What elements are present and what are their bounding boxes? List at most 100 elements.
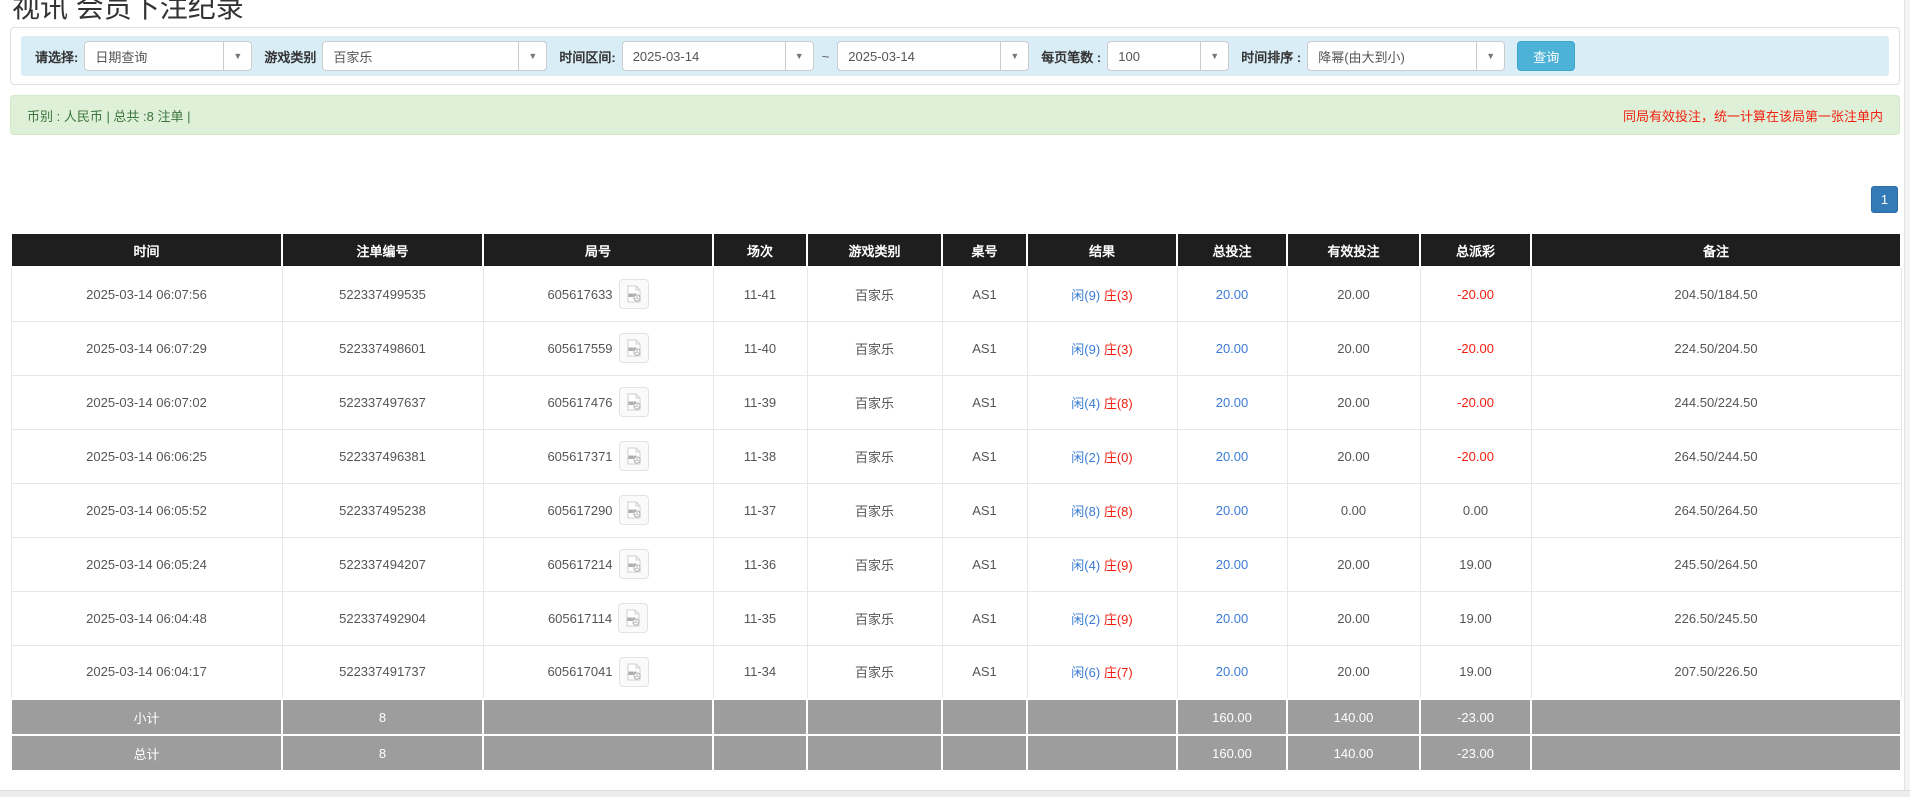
cell-payout: -20.00 bbox=[1420, 267, 1531, 321]
total-count: 8 bbox=[282, 735, 483, 771]
cell-note: 264.50/244.50 bbox=[1531, 429, 1901, 483]
cell-game-type: 百家乐 bbox=[807, 645, 942, 699]
bet-records-table: 时间 注单编号 局号 场次 游戏类别 桌号 结果 总投注 有效投注 总派彩 备注… bbox=[10, 232, 1902, 772]
cell-round-id: 605617041 bbox=[483, 645, 713, 699]
page-title: 视讯 会员下注纪录 bbox=[12, 0, 244, 26]
per-page-select[interactable]: 100 ▼ bbox=[1107, 41, 1229, 71]
round-id-text: 605617476 bbox=[547, 395, 612, 410]
cell-session: 11-36 bbox=[713, 537, 807, 591]
cell-result: 闲(8) 庄(8) bbox=[1027, 483, 1177, 537]
cell-time: 2025-03-14 06:05:24 bbox=[11, 537, 282, 591]
valid-bet-notice-text: 同局有效投注，统一计算在该局第一张注单内 bbox=[1623, 106, 1883, 125]
cell-time: 2025-03-14 06:07:02 bbox=[11, 375, 282, 429]
video-replay-button[interactable] bbox=[619, 387, 649, 417]
video-film-icon bbox=[625, 501, 643, 519]
result-banker: 庄(7) bbox=[1104, 665, 1133, 680]
cell-bet-id: 522337498601 bbox=[282, 321, 483, 375]
date-to-select[interactable]: 2025-03-14 ▼ bbox=[837, 41, 1029, 71]
video-replay-button[interactable] bbox=[619, 441, 649, 471]
search-button[interactable]: 查询 bbox=[1517, 41, 1575, 71]
total-bet-link[interactable]: 20.00 bbox=[1216, 503, 1249, 518]
result-banker: 庄(8) bbox=[1104, 504, 1133, 519]
cell-table-no: AS1 bbox=[942, 267, 1027, 321]
cell-note: 224.50/204.50 bbox=[1531, 321, 1901, 375]
round-id-text: 605617114 bbox=[548, 611, 612, 626]
cell-total-bet: 20.00 bbox=[1177, 591, 1287, 645]
col-header-table-no: 桌号 bbox=[942, 233, 1027, 267]
currency-summary-text: 币别 : 人民币 | 总共 :8 注单 | bbox=[27, 106, 191, 125]
cell-payout: 19.00 bbox=[1420, 645, 1531, 699]
cell-time: 2025-03-14 06:04:48 bbox=[11, 591, 282, 645]
result-player: 闲(8) bbox=[1071, 504, 1100, 519]
total-bet-link[interactable]: 20.00 bbox=[1216, 341, 1249, 356]
video-replay-button[interactable] bbox=[619, 495, 649, 525]
chevron-down-icon: ▼ bbox=[1000, 42, 1028, 70]
chevron-down-icon: ▼ bbox=[1476, 42, 1504, 70]
video-film-icon bbox=[625, 339, 643, 357]
total-bet-link[interactable]: 20.00 bbox=[1216, 395, 1249, 410]
total-bet-link[interactable]: 20.00 bbox=[1216, 611, 1249, 626]
cell-bet-id: 522337495238 bbox=[282, 483, 483, 537]
cell-valid-bet: 20.00 bbox=[1287, 267, 1420, 321]
col-header-round-id: 局号 bbox=[483, 233, 713, 267]
cell-note: 245.50/264.50 bbox=[1531, 537, 1901, 591]
cell-note: 244.50/224.50 bbox=[1531, 375, 1901, 429]
total-bet-link[interactable]: 20.00 bbox=[1216, 287, 1249, 302]
cell-result: 闲(9) 庄(3) bbox=[1027, 321, 1177, 375]
video-replay-button[interactable] bbox=[619, 279, 649, 309]
cell-table-no: AS1 bbox=[942, 483, 1027, 537]
date-from-value: 2025-03-14 bbox=[623, 49, 785, 64]
cell-round-id: 605617290 bbox=[483, 483, 713, 537]
total-bet-link[interactable]: 20.00 bbox=[1216, 557, 1249, 572]
video-replay-button[interactable] bbox=[619, 549, 649, 579]
cell-session: 11-40 bbox=[713, 321, 807, 375]
cell-session: 11-37 bbox=[713, 483, 807, 537]
per-page-label: 每页笔数 : bbox=[1041, 47, 1101, 66]
cell-bet-id: 522337492904 bbox=[282, 591, 483, 645]
time-sort-value: 降幂(由大到小) bbox=[1308, 47, 1476, 66]
col-header-payout: 总派彩 bbox=[1420, 233, 1531, 267]
cell-note: 264.50/264.50 bbox=[1531, 483, 1901, 537]
game-type-label: 游戏类别 bbox=[264, 47, 316, 66]
video-replay-button[interactable] bbox=[619, 657, 649, 687]
subtotal-row: 小计 8 160.00 140.00 -23.00 bbox=[11, 699, 1901, 735]
cell-bet-id: 522337494207 bbox=[282, 537, 483, 591]
cell-time: 2025-03-14 06:05:52 bbox=[11, 483, 282, 537]
round-id-text: 605617041 bbox=[547, 664, 612, 679]
video-film-icon bbox=[625, 393, 643, 411]
round-id-text: 605617371 bbox=[547, 449, 612, 464]
cell-note: 204.50/184.50 bbox=[1531, 267, 1901, 321]
cell-total-bet: 20.00 bbox=[1177, 537, 1287, 591]
cell-game-type: 百家乐 bbox=[807, 483, 942, 537]
result-player: 闲(4) bbox=[1071, 558, 1100, 573]
cell-time: 2025-03-14 06:07:56 bbox=[11, 267, 282, 321]
total-payout: -23.00 bbox=[1420, 735, 1531, 771]
cell-valid-bet: 20.00 bbox=[1287, 591, 1420, 645]
cell-total-bet: 20.00 bbox=[1177, 429, 1287, 483]
total-bet-link[interactable]: 20.00 bbox=[1216, 449, 1249, 464]
total-bet-link[interactable]: 20.00 bbox=[1216, 664, 1249, 679]
cell-payout: -20.00 bbox=[1420, 429, 1531, 483]
summary-bar: 币别 : 人民币 | 总共 :8 注单 | 同局有效投注，统一计算在该局第一张注… bbox=[10, 95, 1900, 135]
round-id-text: 605617559 bbox=[547, 341, 612, 356]
table-row: 2025-03-14 06:07:29 522337498601 6056175… bbox=[11, 321, 1901, 375]
chevron-down-icon: ▼ bbox=[223, 42, 251, 70]
cell-note: 207.50/226.50 bbox=[1531, 645, 1901, 699]
subtotal-label: 小计 bbox=[11, 699, 282, 735]
horizontal-scrollbar[interactable] bbox=[0, 790, 1910, 797]
cell-payout: 0.00 bbox=[1420, 483, 1531, 537]
query-mode-select[interactable]: 日期查询 ▼ bbox=[84, 41, 252, 71]
game-type-select[interactable]: 百家乐 ▼ bbox=[322, 41, 547, 71]
vertical-scrollbar[interactable] bbox=[1904, 0, 1910, 797]
date-from-select[interactable]: 2025-03-14 ▼ bbox=[622, 41, 814, 71]
result-banker: 庄(3) bbox=[1104, 342, 1133, 357]
video-replay-button[interactable] bbox=[619, 333, 649, 363]
total-label: 总计 bbox=[11, 735, 282, 771]
result-player: 闲(2) bbox=[1071, 450, 1100, 465]
video-replay-button[interactable] bbox=[618, 603, 648, 633]
pagination-page-1[interactable]: 1 bbox=[1871, 186, 1898, 213]
table-row: 2025-03-14 06:07:02 522337497637 6056174… bbox=[11, 375, 1901, 429]
table-row: 2025-03-14 06:06:25 522337496381 6056173… bbox=[11, 429, 1901, 483]
time-sort-select[interactable]: 降幂(由大到小) ▼ bbox=[1307, 41, 1505, 71]
subtotal-valid-bet: 140.00 bbox=[1287, 699, 1420, 735]
